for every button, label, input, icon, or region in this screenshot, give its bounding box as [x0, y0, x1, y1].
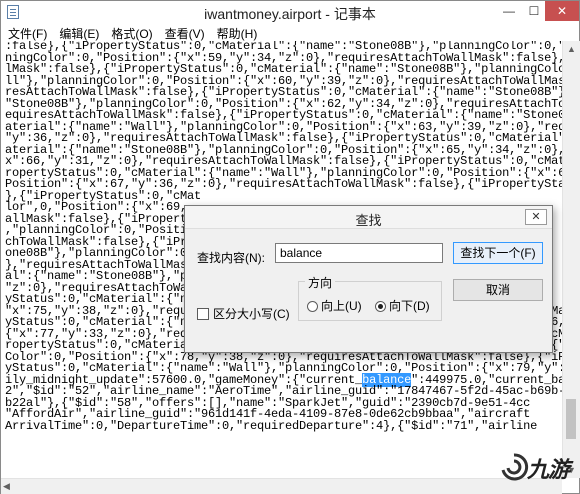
watermark-text: 九游	[527, 457, 570, 482]
scroll-left-arrow-icon[interactable]: ◀	[3, 479, 10, 494]
find-next-button[interactable]: 查找下一个(F)	[453, 242, 543, 264]
direction-label: 方向	[305, 274, 336, 291]
horizontal-scrollbar[interactable]: ◀	[1, 478, 562, 494]
text-line: ArrivalTime":0,"DepartureTime":0,"requir…	[5, 418, 538, 433]
menu-edit[interactable]: 编辑(E)	[52, 23, 104, 42]
find-dialog-body: 查找内容(N): 查找下一个(F) 取消 方向 向上(U) 向下(D) 区分大小…	[185, 229, 552, 352]
menu-format[interactable]: 格式(O)	[104, 23, 157, 42]
direction-up-radio[interactable]	[307, 301, 318, 312]
find-what-input[interactable]	[275, 243, 443, 263]
direction-down-radio[interactable]	[375, 301, 386, 312]
direction-down-label: 向下(D)	[389, 299, 430, 313]
direction-group: 方向 向上(U) 向下(D)	[298, 274, 442, 321]
vertical-scrollbar[interactable]: ▲ ▼	[562, 41, 580, 478]
direction-down-option[interactable]: 向下(D)	[375, 297, 430, 314]
find-dialog-close-button[interactable]: ✕	[525, 209, 547, 225]
find-dialog-title-bar[interactable]: 查找 ✕	[185, 206, 552, 229]
match-case-label: 区分大小写(C)	[213, 307, 290, 321]
watermark-logo: 九游	[497, 446, 577, 486]
find-dialog-title: 查找	[355, 213, 382, 228]
direction-up-option[interactable]: 向上(U)	[307, 297, 362, 314]
match-case-checkbox[interactable]	[197, 308, 209, 320]
window-title: iwantmoney.airport - 记事本	[204, 6, 376, 22]
cancel-button[interactable]: 取消	[453, 279, 543, 301]
vertical-scroll-thumb[interactable]	[566, 399, 576, 439]
menu-view[interactable]: 查看(V)	[158, 23, 210, 42]
find-what-label: 查找内容(N):	[197, 251, 265, 265]
menu-help[interactable]: 帮助(H)	[210, 23, 263, 42]
menu-bar: 文件(F) 编辑(E) 格式(O) 查看(V) 帮助(H)	[1, 23, 579, 42]
minimize-button[interactable]: —	[495, 1, 523, 21]
watermark-swirl-icon	[501, 453, 529, 481]
direction-up-label: 向上(U)	[321, 299, 362, 313]
find-dialog: 查找 ✕ 查找内容(N): 查找下一个(F) 取消 方向 向上(U) 向下(D)…	[184, 205, 553, 353]
close-button[interactable]: ✕	[545, 1, 579, 21]
scroll-up-arrow-icon[interactable]: ▲	[563, 41, 580, 57]
menu-file[interactable]: 文件(F)	[1, 23, 52, 42]
match-case-option[interactable]: 区分大小写(C)	[197, 305, 290, 322]
maximize-button[interactable]: ☐	[520, 1, 548, 21]
title-bar[interactable]: iwantmoney.airport - 记事本 — ☐ ✕	[1, 1, 579, 23]
